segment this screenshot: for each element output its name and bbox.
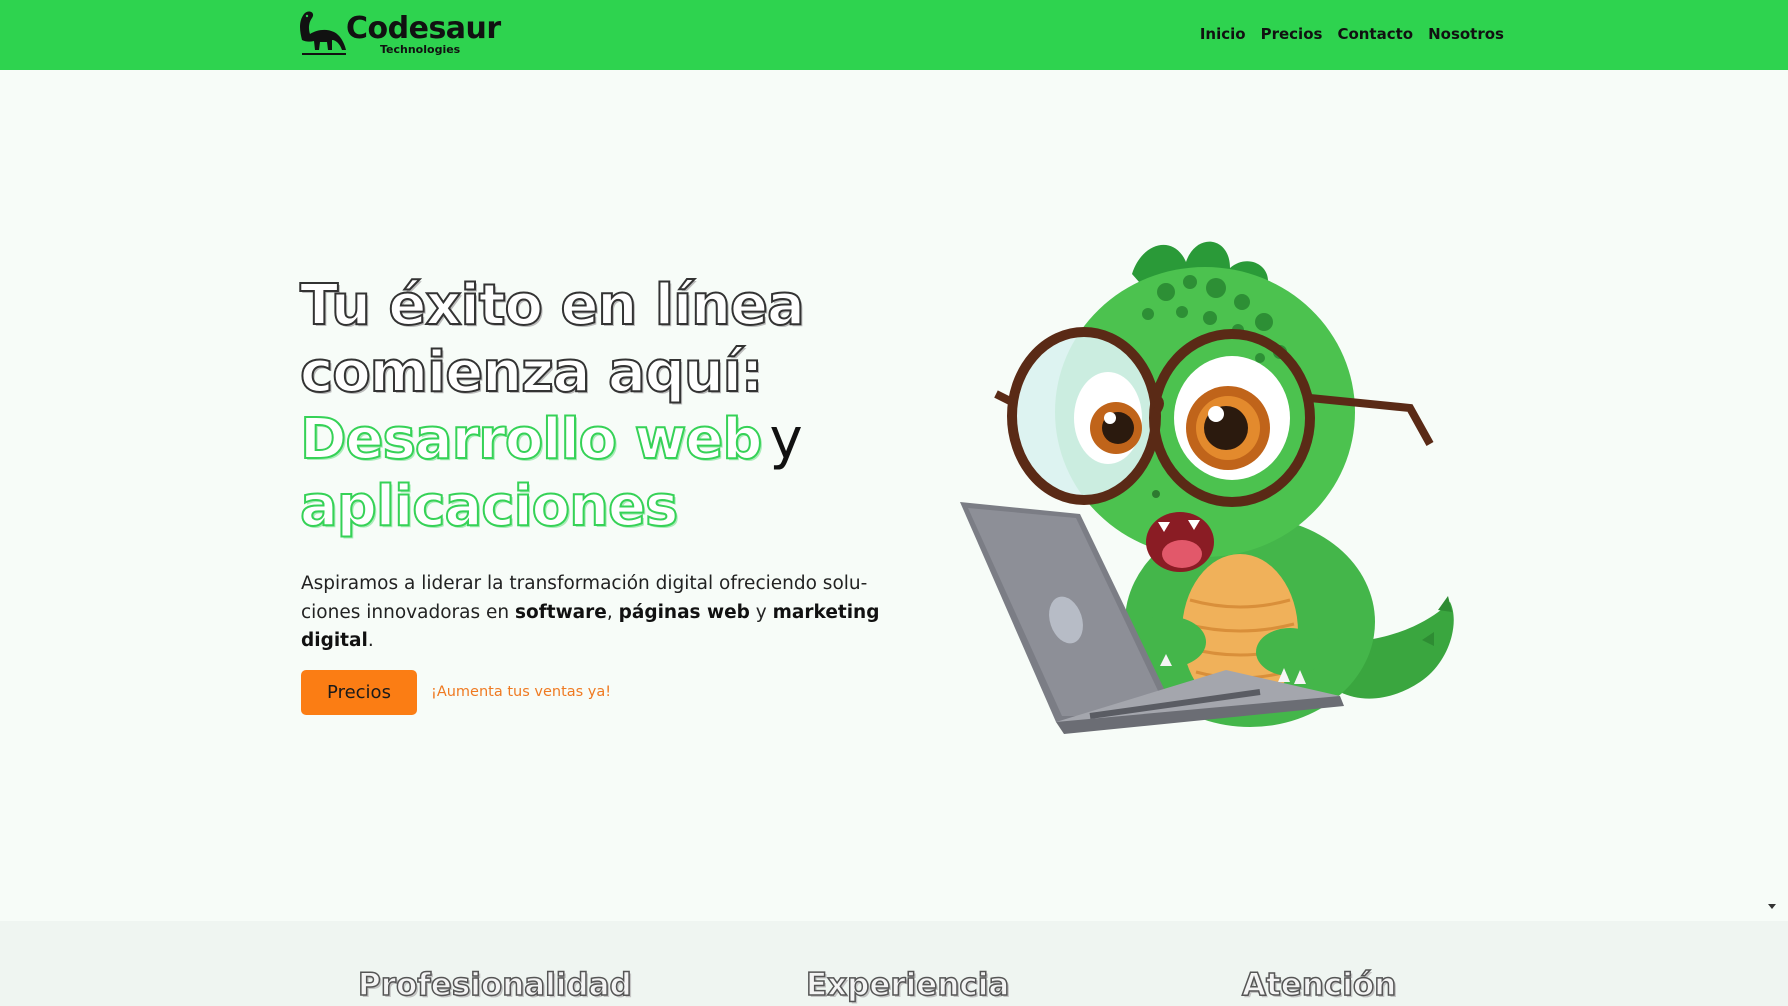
nav-item-inicio[interactable]: Inicio	[1200, 23, 1246, 45]
nav-item-contacto[interactable]: Contacto	[1337, 23, 1413, 45]
hero-headline-line-1: Tu éxito en línea	[299, 272, 806, 339]
feature-title-profesionalidad: Profesionalidad	[357, 966, 632, 1004]
hero-desc-part-2: ,	[606, 601, 619, 623]
cta-note: ¡Aumenta tus ventas ya!	[431, 684, 612, 700]
hero-description: Aspiramos a liderar la transformación di…	[301, 570, 881, 656]
dinosaur-logo-icon	[300, 11, 346, 55]
scroll-down-icon[interactable]	[1768, 904, 1776, 909]
hero-headline: Tu éxito en línea comienza aquí: Desarro…	[299, 272, 920, 540]
top-navbar: Codesaur Technologies Inicio Precios Con…	[0, 0, 1788, 70]
dinosaur-illustration	[960, 241, 1454, 734]
hero-desc-part-4: .	[367, 630, 374, 651]
nav-item-precios[interactable]: Precios	[1261, 23, 1323, 45]
hero-headline-line-3-wrap: Desarrollo web y	[299, 406, 920, 473]
hero-headline-line-4: aplicaciones	[299, 473, 679, 540]
hero-desc-part-3: y	[749, 601, 773, 623]
feature-title-atencion: Atención	[1241, 966, 1397, 1004]
nav-item-nosotros[interactable]: Nosotros	[1428, 23, 1504, 45]
brand-name: Codesaur	[346, 11, 501, 46]
brand-subtitle: Technologies	[380, 43, 461, 56]
hero-headline-line-3: Desarrollo web	[299, 406, 763, 473]
precios-button[interactable]: Precios	[301, 670, 417, 715]
main-nav: Inicio Precios Contacto Nosotros	[1200, 23, 1504, 45]
hero-desc-bold-software: software	[514, 601, 607, 623]
hero-headline-line-2: comienza aquí:	[299, 339, 764, 406]
brand-logo[interactable]: Codesaur Technologies	[296, 10, 506, 60]
features-section: Profesionalidad Experiencia Atención	[0, 921, 1788, 1006]
hero-headline-connector: y	[769, 407, 802, 472]
hero-desc-bold-paginas-web: páginas web	[618, 601, 750, 623]
feature-title-experiencia: Experiencia	[805, 966, 1010, 1004]
